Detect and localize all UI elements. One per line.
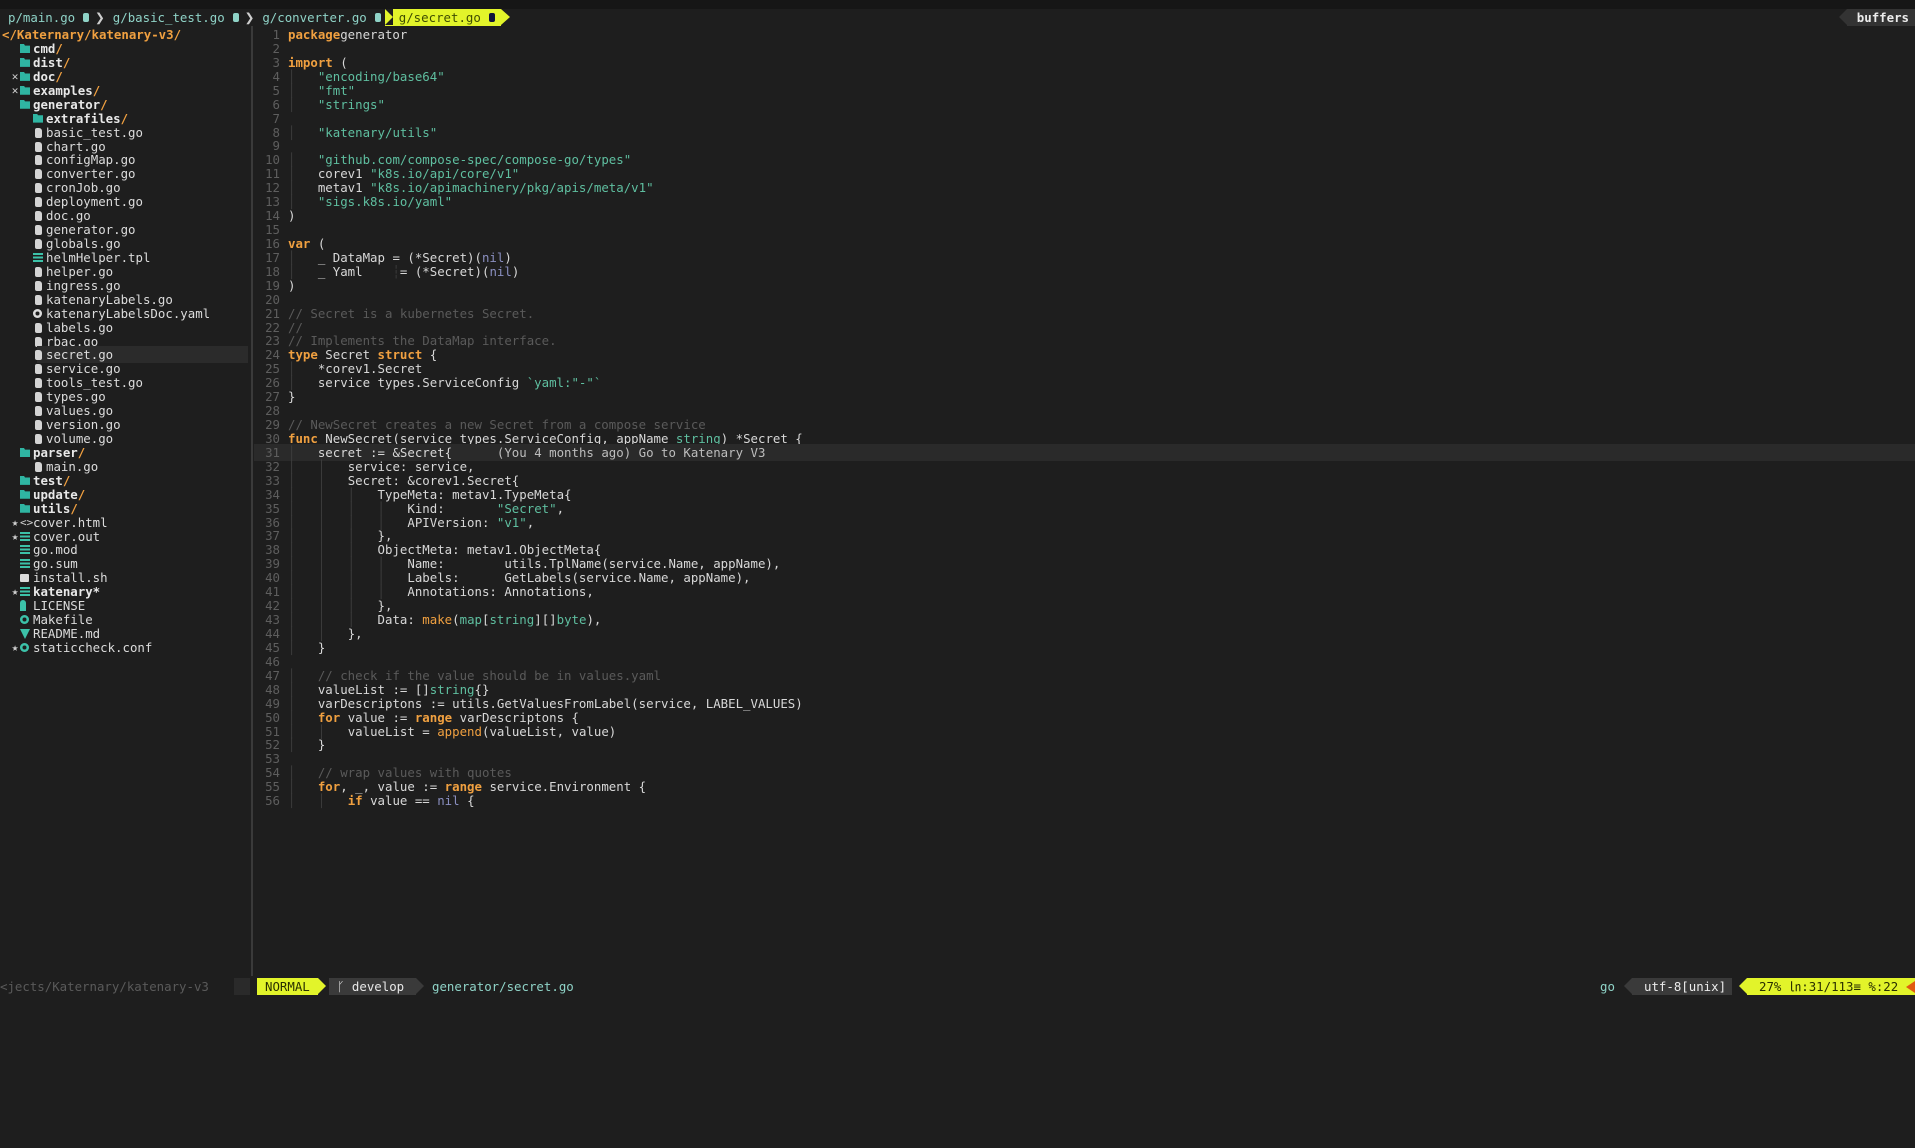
text-file-icon	[20, 587, 30, 598]
chevron-right-icon: ❯	[95, 8, 105, 27]
file-icon	[83, 13, 90, 22]
go-file-icon	[35, 169, 42, 180]
file-encoding: utf-8[unix]	[1623, 978, 1733, 995]
file-explorer: </Katernary/katenary-v3/ cmd/dist/✕ doc/✕…	[0, 26, 248, 976]
diagnostic-warning-icon	[1906, 978, 1915, 995]
explorer-status-tail	[234, 978, 250, 995]
terminal-icon	[20, 574, 29, 583]
code-icon: <>	[20, 515, 34, 529]
split-divider[interactable]	[251, 26, 253, 976]
folder-icon	[20, 71, 30, 81]
go-file-icon	[35, 406, 42, 417]
text-file-icon	[20, 545, 30, 556]
tab-g-converter-go[interactable]: g/converter.go	[254, 9, 381, 26]
go-file-icon	[35, 155, 42, 166]
go-file-icon	[35, 322, 42, 333]
folder-icon	[20, 99, 30, 109]
markdown-icon	[20, 629, 30, 640]
go-file-icon	[35, 461, 42, 472]
tree-file[interactable]: ★ staticcheck.conf	[0, 639, 248, 656]
go-file-icon	[35, 127, 42, 138]
folder-icon	[20, 447, 30, 457]
statusline: <jects/Katernary/katenary-v3 NORMAL ᚴ de…	[0, 978, 1915, 995]
cursor-position: 27% ㏑:31/113≡ %:22	[1738, 978, 1907, 995]
git-branch-label: develop	[351, 979, 405, 994]
go-file-icon	[35, 266, 42, 277]
go-file-icon	[35, 336, 42, 347]
gear-icon	[33, 308, 42, 318]
go-file-icon	[35, 378, 42, 389]
window-top-edge	[0, 0, 1915, 9]
file-icon	[488, 13, 495, 22]
tab-label: g/basic_test.go	[112, 10, 225, 25]
code-line[interactable]: 56 │ │ if value == nil {	[254, 792, 1915, 809]
folder-icon	[20, 475, 30, 485]
text-file-icon	[20, 531, 30, 542]
text-file-icon	[20, 559, 30, 570]
go-file-icon	[35, 420, 42, 431]
go-file-icon	[35, 211, 42, 222]
modified-star-icon: ★	[11, 640, 19, 654]
go-file-icon	[35, 280, 42, 291]
text-file-icon	[33, 252, 43, 263]
filetype: go	[1600, 979, 1615, 994]
tab-p-main-go[interactable]: p/main.go ❯	[0, 9, 105, 26]
gear-icon	[20, 615, 29, 625]
go-file-icon	[35, 239, 42, 250]
status-filename: generator/secret.go	[432, 979, 574, 994]
go-file-icon	[35, 141, 42, 152]
tab-label: g/secret.go	[398, 10, 481, 25]
license-icon	[20, 600, 26, 612]
tab-g-secret-go[interactable]: g/secret.go	[384, 9, 510, 26]
go-file-icon	[35, 197, 42, 208]
indent-guide: │ │	[288, 793, 348, 809]
token: if	[347, 793, 363, 809]
folder-icon	[20, 44, 30, 53]
token: nil	[437, 793, 460, 809]
git-branch-icon: ᚴ	[337, 979, 352, 994]
chevron-right-icon: ❯	[244, 8, 255, 27]
tab-g-basic-test-go[interactable]: g/basic_test.go ❯	[105, 9, 255, 26]
go-file-icon	[35, 294, 42, 305]
go-file-icon	[35, 225, 42, 236]
line-content: │ │ if value == nil {	[288, 792, 475, 809]
folder-icon	[20, 57, 30, 67]
token: {	[459, 793, 475, 809]
explorer-cwd: <jects/Katernary/katenary-v3	[0, 979, 209, 994]
folder-icon	[33, 113, 43, 123]
gear-icon	[20, 642, 29, 652]
file-icon	[232, 13, 239, 22]
go-file-icon	[35, 350, 42, 361]
mode-indicator: NORMAL	[257, 978, 326, 995]
go-file-icon	[35, 434, 42, 445]
folder-icon	[20, 503, 30, 513]
code-editor[interactable]: 1 packagegenerator 2 3 import (4 │ "encoding/…	[254, 26, 1915, 976]
buffers-indicator[interactable]: buffers	[1838, 9, 1915, 26]
tabline: p/main.go ❯ g/basic_test.go ❯ g/converter.go…	[0, 9, 1915, 26]
git-branch: ᚴ develop	[329, 978, 425, 995]
go-file-icon	[35, 392, 42, 403]
folder-icon	[20, 85, 30, 95]
folder-icon	[20, 489, 30, 499]
tab-label: g/converter.go	[262, 10, 367, 25]
tree-item-label: staticcheck.conf	[33, 639, 153, 655]
file-icon	[374, 13, 381, 22]
token: value ==	[362, 793, 438, 809]
tab-label: p/main.go	[8, 10, 76, 25]
go-file-icon	[35, 364, 42, 375]
line-number: 56	[265, 793, 280, 809]
go-file-icon	[35, 183, 42, 194]
